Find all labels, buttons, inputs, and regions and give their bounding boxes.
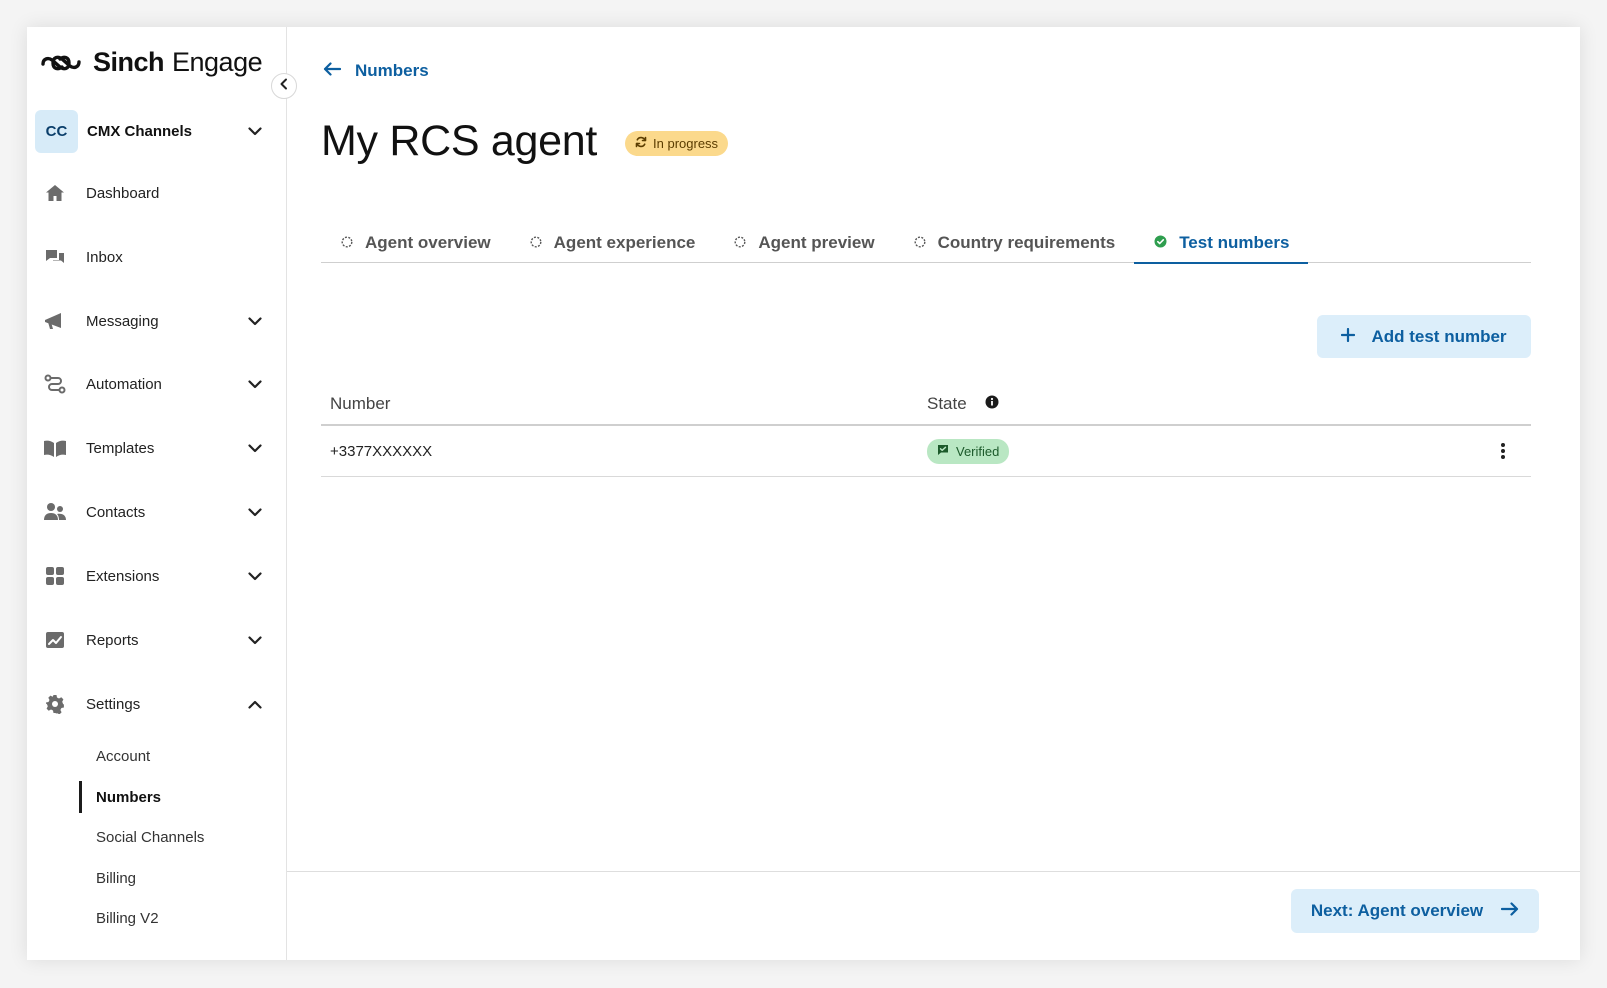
next-agent-overview-button[interactable]: Next: Agent overview — [1291, 889, 1539, 933]
chevron-down-icon — [245, 438, 265, 458]
refresh-icon — [635, 136, 647, 151]
main-content: Numbers My RCS agent In progress Agent o… — [287, 27, 1580, 960]
cell-number: +3377XXXXXX — [330, 442, 433, 460]
sidebar-item-messaging[interactable]: Messaging — [35, 301, 265, 341]
check-circle-icon — [1154, 233, 1167, 253]
chevron-left-icon — [278, 77, 290, 95]
flow-icon — [35, 374, 75, 394]
table-row: +3377XXXXXX Verified — [321, 426, 1531, 477]
account-name: CMX Channels — [87, 122, 193, 140]
cell-state: Verified — [927, 438, 1010, 464]
plus-icon — [1341, 327, 1356, 347]
settings-sub-social-channels[interactable]: Social Channels — [79, 822, 269, 852]
tab-agent-experience[interactable]: Agent experience — [510, 223, 715, 263]
sidebar: Sinch Engage CC CMX Channels Dashboard I… — [27, 27, 297, 960]
page-header: My RCS agent In progress — [321, 117, 729, 166]
chevron-down-icon — [245, 121, 265, 141]
settings-sub-billing-v2[interactable]: Billing V2 — [79, 903, 269, 933]
tab-label: Country requirements — [937, 233, 1116, 252]
tab-agent-preview[interactable]: Agent preview — [714, 223, 893, 263]
chevron-down-icon — [245, 566, 265, 586]
chevron-up-icon — [245, 694, 265, 714]
settings-sub-numbers[interactable]: Numbers — [79, 781, 269, 813]
table-header: Number State — [321, 383, 1531, 426]
incomplete-step-icon — [341, 233, 353, 253]
chat-icon — [35, 248, 75, 266]
back-link[interactable]: Numbers — [323, 61, 429, 81]
add-test-number-label: Add test number — [1371, 326, 1507, 346]
settings-sub-account[interactable]: Account — [79, 741, 269, 771]
page-title: My RCS agent — [321, 117, 598, 165]
tab-country-requirements[interactable]: Country requirements — [894, 223, 1135, 263]
status-badge: In progress — [625, 131, 729, 156]
sidebar-item-label: Extensions — [86, 567, 160, 585]
sidebar-item-reports[interactable]: Reports — [35, 620, 265, 660]
next-button-label: Next: Agent overview — [1310, 901, 1484, 920]
home-icon — [35, 184, 75, 202]
column-header-number: Number — [330, 393, 391, 413]
sidebar-item-label: Reports — [86, 631, 139, 649]
sidebar-item-label: Messaging — [86, 312, 159, 330]
megaphone-icon — [35, 311, 75, 331]
sidebar-item-inbox[interactable]: Inbox — [35, 237, 265, 277]
people-icon — [35, 502, 75, 522]
verified-badge: Verified — [927, 438, 1010, 464]
sidebar-item-templates[interactable]: Templates — [35, 428, 265, 468]
sidebar-item-extensions[interactable]: Extensions — [35, 556, 265, 596]
grid-icon — [35, 566, 75, 586]
arrow-right-icon — [1501, 901, 1519, 921]
tab-test-numbers[interactable]: Test numbers — [1134, 223, 1309, 264]
column-header-state: State — [927, 394, 999, 414]
arrow-left-icon — [323, 61, 342, 81]
info-icon[interactable] — [985, 394, 999, 414]
sidebar-item-label: Settings — [86, 695, 141, 713]
collapse-sidebar-button[interactable] — [271, 73, 297, 99]
add-test-number-button[interactable]: Add test number — [1317, 315, 1531, 358]
chevron-down-icon — [245, 374, 265, 394]
incomplete-step-icon — [734, 233, 746, 253]
sidebar-item-label: Automation — [86, 375, 162, 393]
incomplete-step-icon — [914, 233, 926, 253]
footer-bar: Next: Agent overview — [287, 871, 1580, 960]
sidebar-item-label: Dashboard — [86, 184, 160, 202]
sidebar-item-label: Templates — [86, 439, 155, 457]
chevron-down-icon — [245, 630, 265, 650]
tab-label: Agent overview — [365, 233, 491, 252]
sidebar-item-automation[interactable]: Automation — [35, 364, 265, 404]
message-check-icon — [937, 444, 949, 459]
chevron-down-icon — [245, 502, 265, 522]
sidebar-item-contacts[interactable]: Contacts — [35, 492, 265, 532]
book-icon — [35, 439, 75, 457]
sidebar-item-settings[interactable]: Settings — [35, 684, 265, 724]
tab-agent-overview[interactable]: Agent overview — [321, 223, 510, 263]
account-avatar: CC — [35, 109, 78, 153]
back-link-label: Numbers — [355, 61, 429, 80]
tab-label: Agent preview — [758, 233, 875, 252]
row-actions-menu-icon[interactable] — [1497, 440, 1509, 462]
incomplete-step-icon — [530, 233, 542, 253]
column-header-state-label: State — [927, 393, 967, 413]
status-badge-label: In progress — [653, 136, 719, 151]
sidebar-item-label: Contacts — [86, 503, 146, 521]
sidebar-item-label: Inbox — [86, 248, 123, 266]
tab-label: Test numbers — [1179, 233, 1290, 252]
step-tabs: Agent overview Agent experience Agent pr… — [321, 223, 1531, 264]
test-numbers-table: Number State +3377XXXXXX Verified — [321, 383, 1531, 477]
chevron-down-icon — [245, 311, 265, 331]
sinch-logo-icon — [39, 50, 83, 76]
account-switcher[interactable]: CC CMX Channels — [35, 109, 265, 153]
brand-name: Sinch — [93, 47, 165, 77]
tab-label: Agent experience — [553, 233, 696, 252]
app-window: Sinch Engage CC CMX Channels Dashboard I… — [27, 27, 1580, 960]
verified-badge-label: Verified — [956, 443, 1000, 459]
gear-icon — [35, 694, 75, 714]
settings-sub-billing[interactable]: Billing — [79, 863, 269, 893]
product-name: Engage — [172, 47, 263, 77]
sidebar-item-dashboard[interactable]: Dashboard — [35, 173, 265, 213]
chart-icon — [35, 631, 75, 649]
logo[interactable]: Sinch Engage — [39, 47, 263, 78]
